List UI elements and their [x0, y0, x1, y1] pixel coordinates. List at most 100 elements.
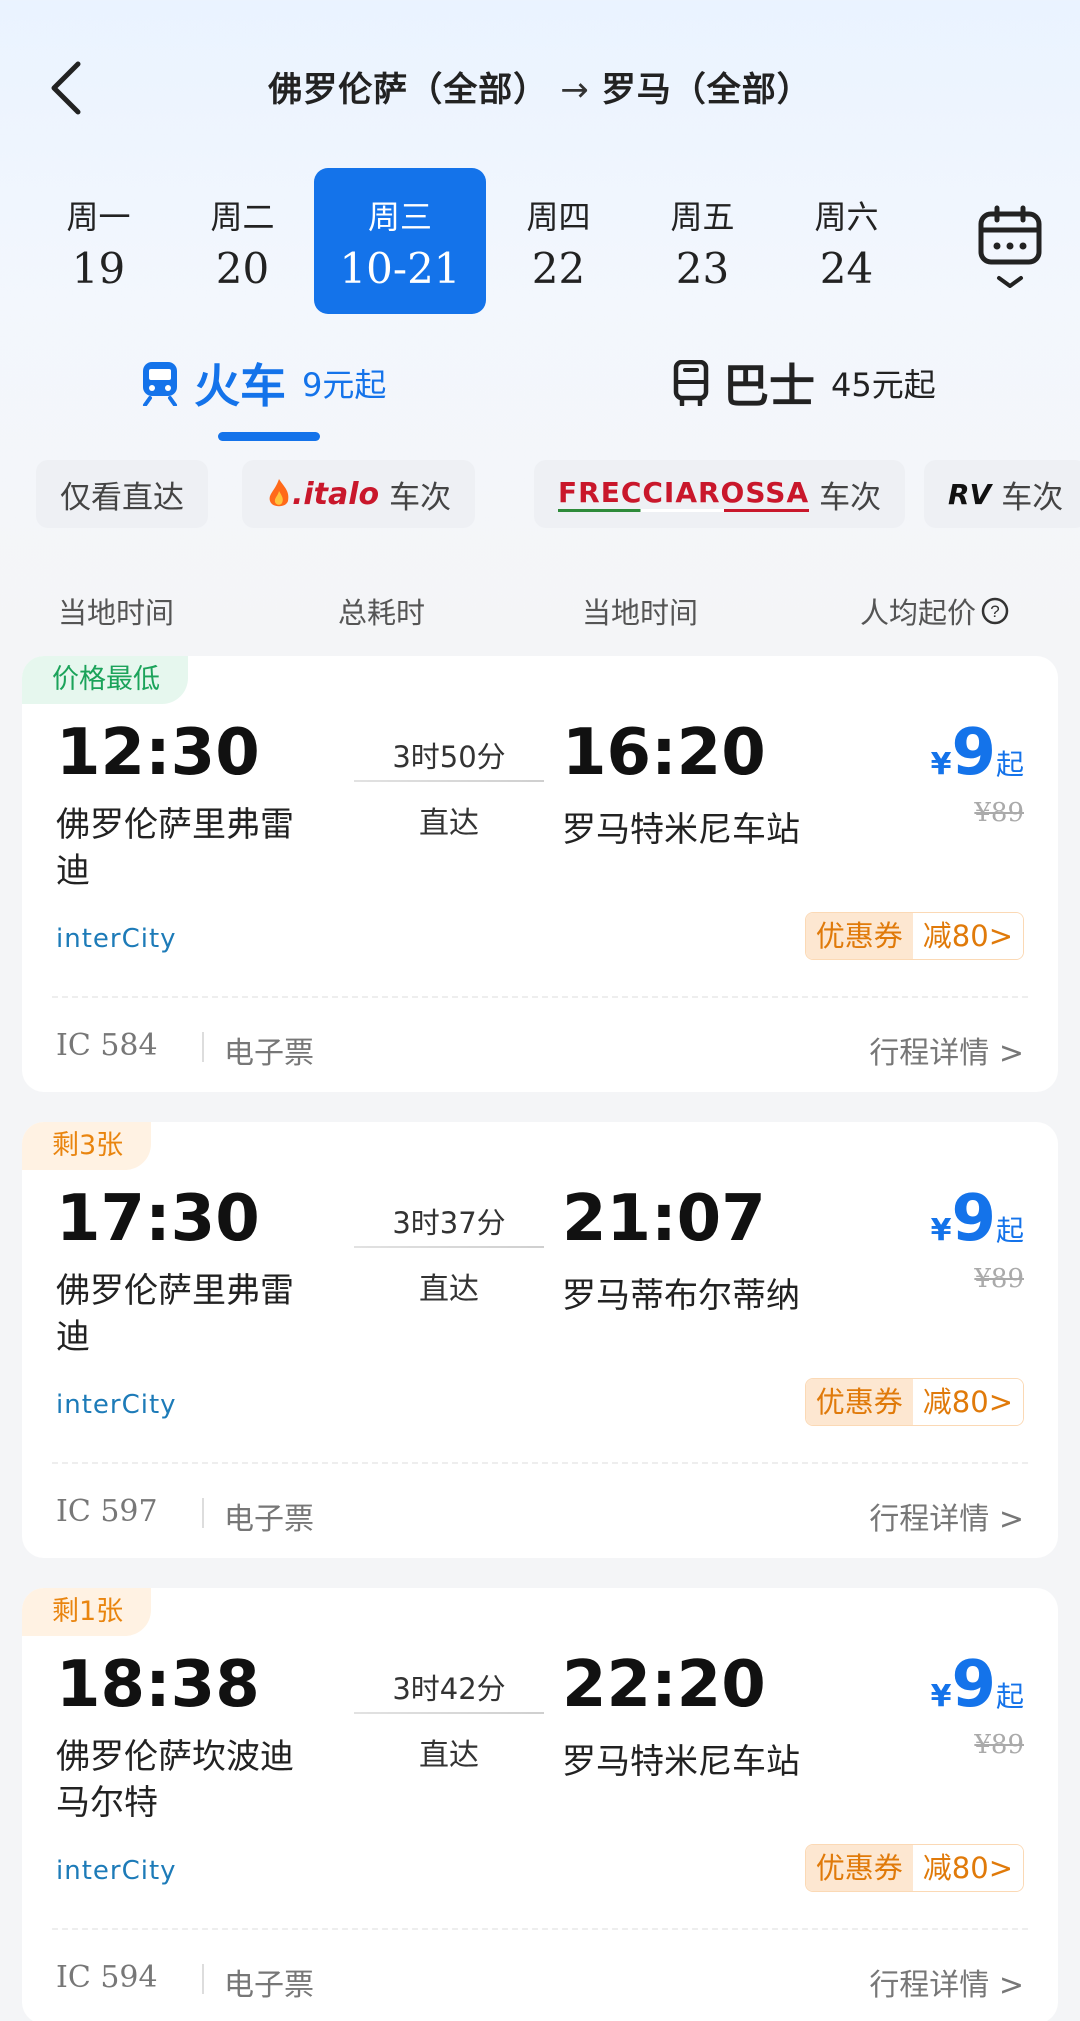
duration: 3时37分	[392, 1206, 506, 1240]
price-amount: 9	[951, 716, 996, 790]
date-label: 19	[71, 244, 126, 293]
filter-direct-only[interactable]: 仅看直达	[36, 460, 208, 528]
route-title: 佛罗伦萨（全部） → 罗马（全部）	[0, 62, 1080, 111]
frecciarossa-logo: FRECCIAROSSA	[558, 476, 810, 512]
svg-text:?: ?	[990, 602, 999, 621]
arr-station: 罗马蒂布尔蒂纳	[562, 1276, 800, 1316]
arr-station: 罗马特米尼车站	[562, 1742, 800, 1782]
original-price: ¥89	[974, 798, 1024, 828]
direct-label: 直达	[419, 1272, 479, 1307]
separator	[202, 1498, 204, 1528]
train-card[interactable]: 剩1张 18:38 3时42分 直达 22:20 佛罗伦萨坎波迪马尔特 罗马特米…	[22, 1588, 1058, 2021]
weekday-label: 周二	[210, 198, 275, 236]
tab-train[interactable]: 火车 9元起	[140, 350, 386, 416]
italo-logo: .italo	[292, 476, 380, 512]
coupon-value: 减80>	[912, 1845, 1023, 1891]
col-duration: 总耗时	[338, 596, 426, 630]
eticket-label: 电子票	[224, 1968, 314, 2003]
col-dep-time: 当地时间	[58, 596, 175, 630]
filter-italo[interactable]: .italo 车次	[242, 460, 476, 528]
bus-icon	[673, 360, 709, 406]
filter-suffix: 车次	[389, 479, 452, 516]
separator	[202, 1032, 204, 1062]
day-tab[interactable]: 周六 24	[774, 168, 919, 314]
rv-logo: RV	[948, 477, 992, 511]
train-card[interactable]: 剩3张 17:30 3时37分 直达 21:07 佛罗伦萨里弗雷迪 罗马蒂布尔蒂…	[22, 1122, 1058, 1558]
weekday-label: 周六	[814, 198, 879, 236]
dep-station: 佛罗伦萨里弗雷迪	[56, 1271, 294, 1357]
intercity-logo: interCity	[56, 1856, 177, 1886]
coupon-badge[interactable]: 优惠券 减80>	[804, 1844, 1024, 1892]
price: ¥9起	[931, 1182, 1024, 1256]
coupon-label: 优惠券	[805, 1845, 913, 1891]
trip-details-link[interactable]: 行程详情 >	[869, 1960, 1024, 2004]
weekday-label: 周一	[66, 198, 131, 236]
dep-time: 12:30	[56, 716, 260, 790]
tab-train-price: 9元起	[302, 366, 387, 404]
day-tab[interactable]: 周五 23	[630, 168, 775, 314]
trip-details-link[interactable]: 行程详情 >	[869, 1494, 1024, 1538]
coupon-badge[interactable]: 优惠券 减80>	[804, 1378, 1024, 1426]
price: ¥9起	[931, 716, 1024, 790]
filter-rv[interactable]: RV 车次	[924, 460, 1080, 528]
col-price: 人均起价 ?	[860, 590, 1010, 632]
tab-train-label: 火车	[194, 359, 286, 413]
route-arrow: →	[560, 70, 590, 110]
arr-station: 罗马特米尼车站	[562, 810, 800, 850]
currency: ¥	[930, 1679, 952, 1714]
weekday-label: 周五	[670, 198, 735, 236]
eticket-label: 电子票	[224, 1502, 314, 1537]
train-number: IC 594	[56, 1960, 158, 1995]
day-tab[interactable]: 周四 22	[486, 168, 631, 314]
flame-icon	[269, 479, 289, 507]
destination-city: 罗马（全部）	[601, 70, 812, 110]
arr-time: 22:20	[562, 1648, 766, 1722]
price-from: 起	[995, 1680, 1024, 1713]
weekday-label: 周三	[367, 198, 432, 236]
train-card[interactable]: 价格最低 12:30 3时50分 直达 16:20 佛罗伦萨里弗雷迪 罗马特米尼…	[22, 656, 1058, 1092]
filter-chips: 仅看直达 .italo 车次 FRECCIAROSSA 车次 RV 车次	[0, 460, 1080, 530]
duration-line	[354, 1246, 544, 1248]
header: 佛罗伦萨（全部） → 罗马（全部）	[0, 0, 1080, 175]
arr-time: 21:07	[562, 1182, 766, 1256]
filter-frecciarossa[interactable]: FRECCIAROSSA 车次	[534, 460, 906, 528]
separator	[202, 1964, 204, 1994]
help-icon[interactable]: ?	[980, 596, 1010, 626]
origin-city: 佛罗伦萨（全部）	[268, 70, 549, 110]
date-label: 22	[531, 244, 586, 293]
duration: 3时50分	[392, 740, 506, 774]
intercity-logo: interCity	[56, 924, 177, 954]
filter-suffix: 车次	[819, 479, 882, 516]
divider	[52, 1462, 1028, 1464]
price-from: 起	[995, 1214, 1024, 1247]
date-selector: 周一 19 周二 20 周三 10-21 周四 22 周五 23 周六 24	[0, 168, 1080, 314]
trip-details-link[interactable]: 行程详情 >	[869, 1028, 1024, 1072]
col-arr-time: 当地时间	[582, 596, 699, 630]
price-amount: 9	[951, 1648, 996, 1722]
arr-time: 16:20	[562, 716, 766, 790]
day-tab-selected[interactable]: 周三 10-21	[314, 168, 486, 314]
date-label: 10-21	[339, 244, 461, 293]
col-price-label: 人均起价	[860, 596, 977, 630]
date-label: 20	[215, 244, 270, 293]
day-tab[interactable]: 周二 20	[170, 168, 315, 314]
day-tab[interactable]: 周一 19	[26, 168, 171, 314]
currency: ¥	[930, 747, 952, 782]
calendar-icon[interactable]	[975, 204, 1047, 294]
tab-bus-price: 45元起	[831, 366, 936, 404]
dep-station: 佛罗伦萨里弗雷迪	[56, 805, 294, 891]
filter-suffix: 车次	[1001, 479, 1064, 516]
original-price: ¥89	[974, 1730, 1024, 1760]
coupon-label: 优惠券	[805, 1379, 913, 1425]
divider	[52, 996, 1028, 998]
tickets-left-tag: 剩3张	[22, 1122, 152, 1170]
coupon-badge[interactable]: 优惠券 减80>	[804, 912, 1024, 960]
date-label: 24	[819, 244, 874, 293]
direct-label: 直达	[419, 1738, 479, 1773]
train-number: IC 597	[56, 1494, 158, 1529]
dep-station: 佛罗伦萨坎波迪马尔特	[56, 1737, 294, 1823]
train-icon	[143, 362, 177, 406]
price-amount: 9	[951, 1182, 996, 1256]
tab-bus[interactable]: 巴士 45元起	[673, 350, 936, 416]
duration: 3时42分	[392, 1672, 506, 1706]
